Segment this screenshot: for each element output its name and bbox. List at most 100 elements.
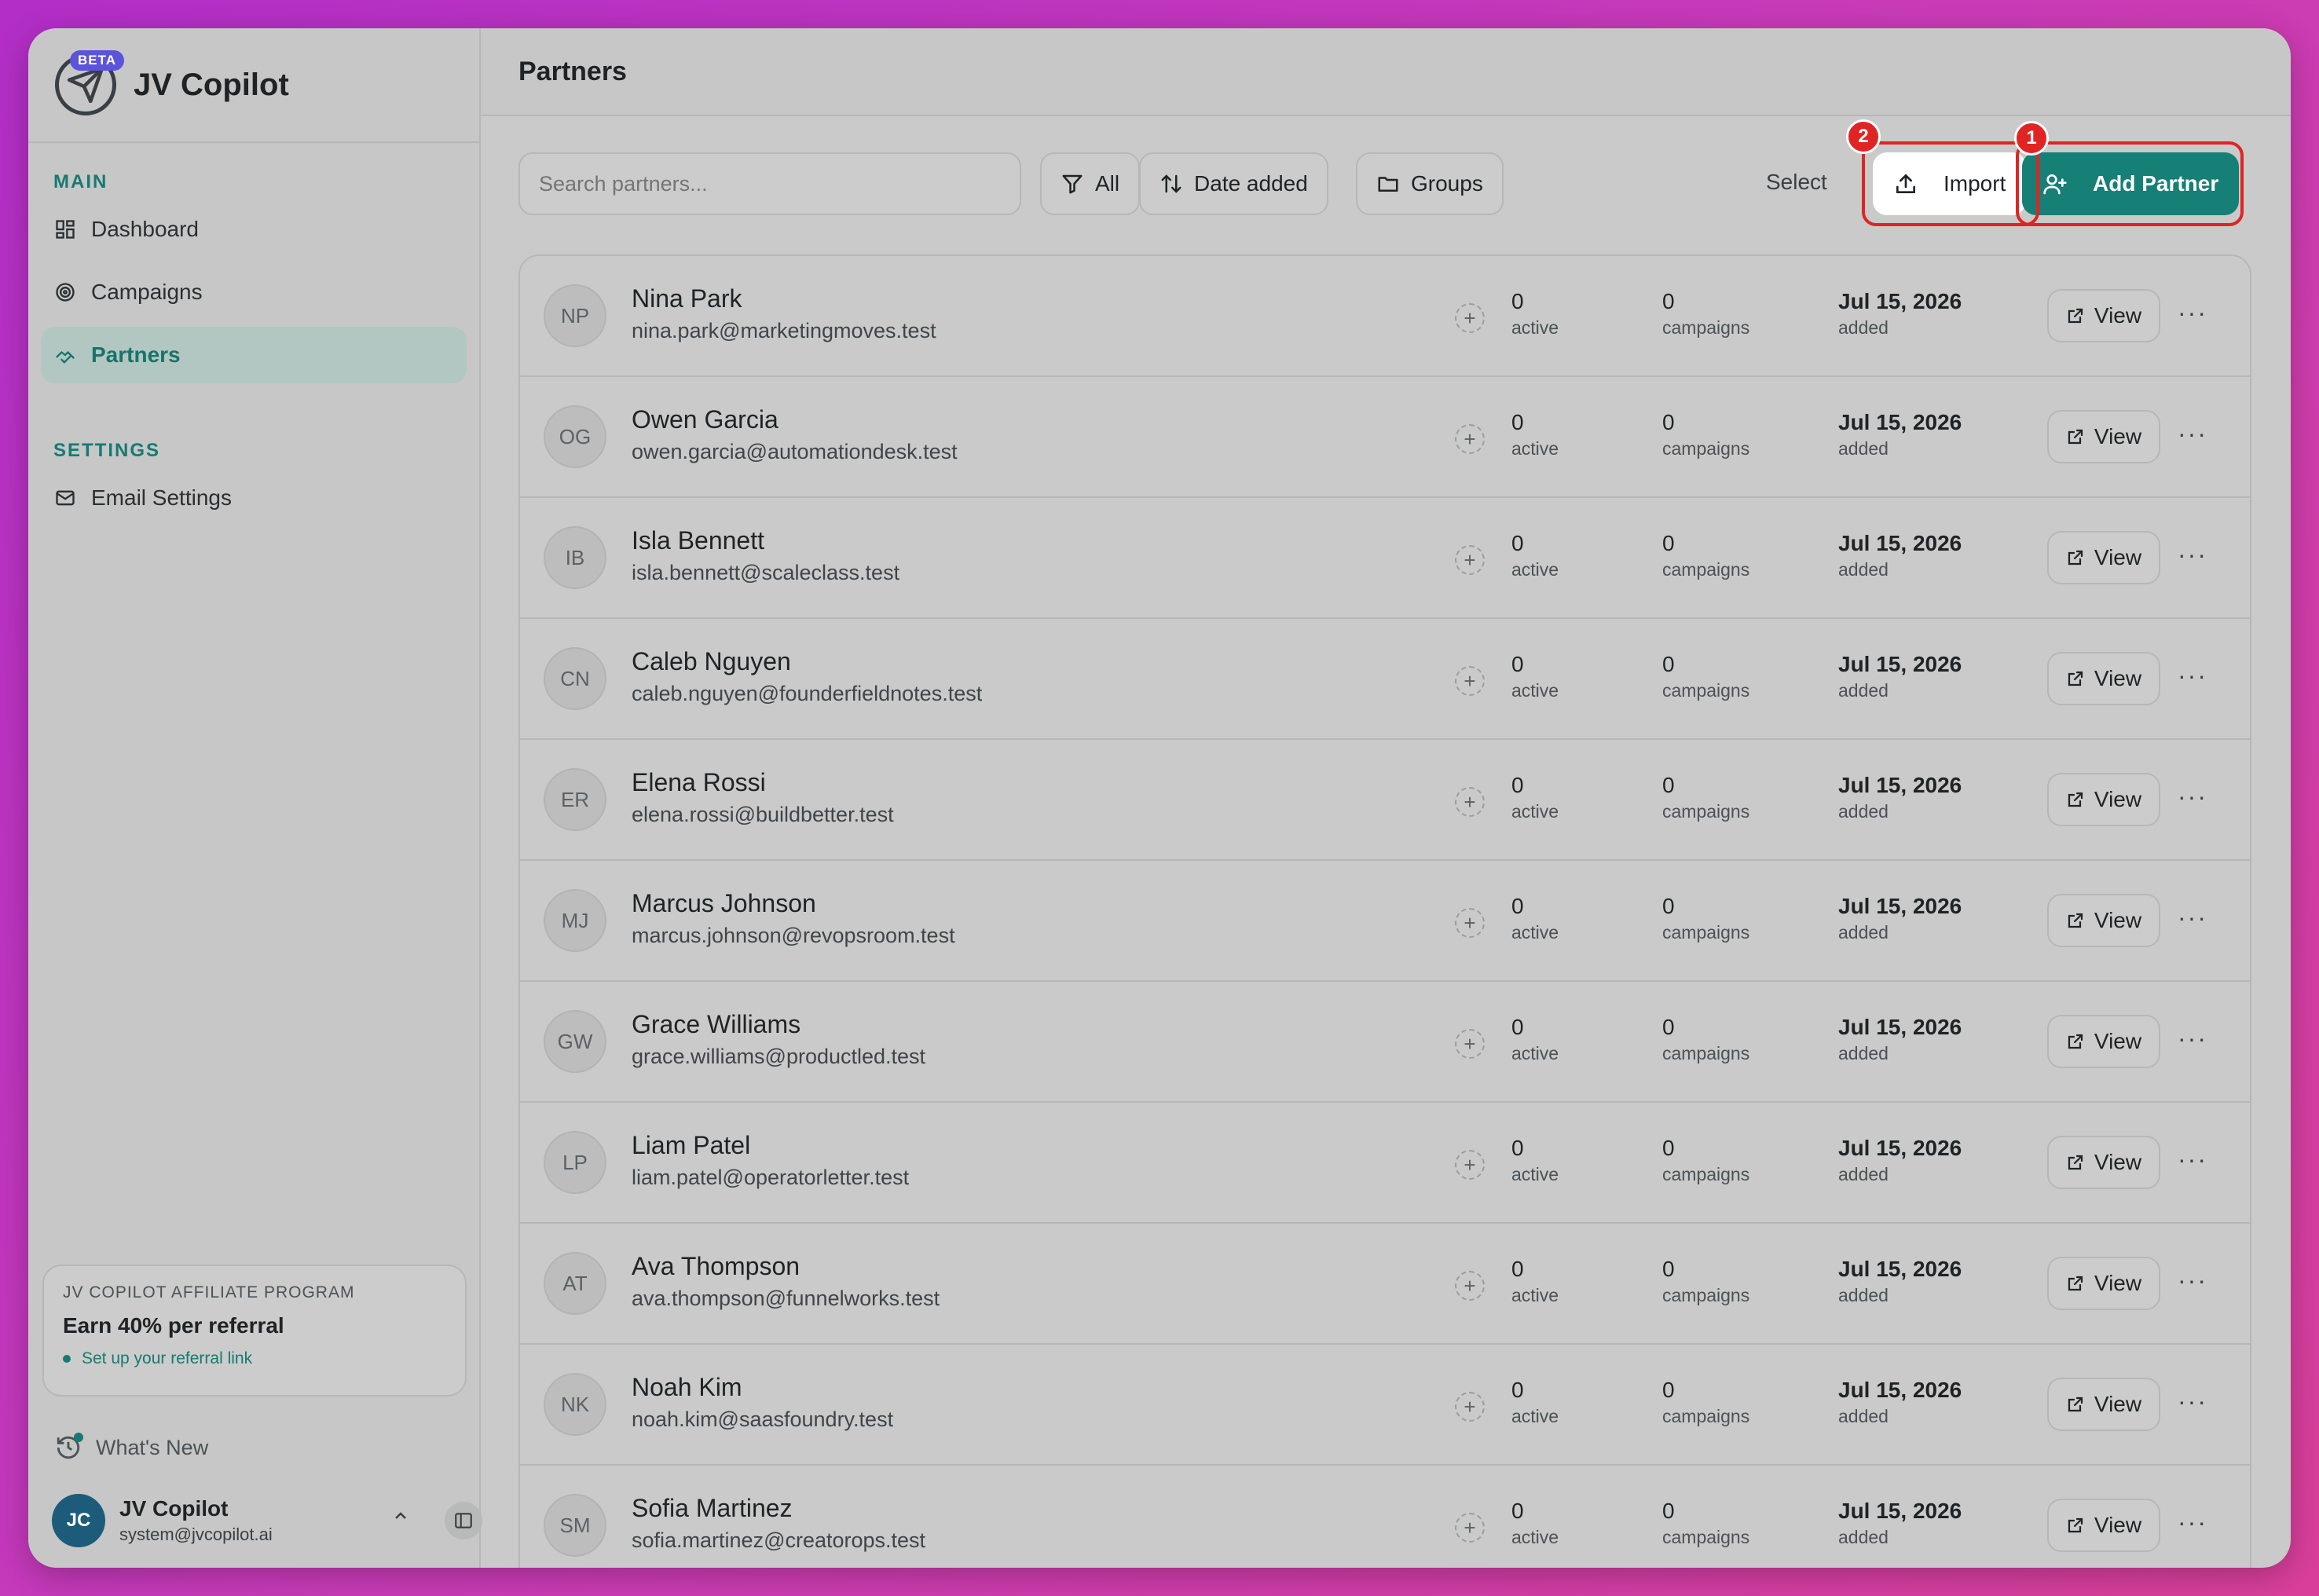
partner-row[interactable]: SM Sofia Martinez sofia.martinez@creator… (520, 1466, 2250, 1568)
groups-label: Groups (1411, 171, 1483, 196)
partner-row[interactable]: NK Noah Kim noah.kim@saasfoundry.test + … (520, 1345, 2250, 1466)
more-options-icon[interactable]: ··· (2178, 298, 2207, 328)
view-button[interactable]: View (2047, 773, 2160, 826)
sidebar-item-dashboard[interactable]: Dashboard (41, 201, 467, 258)
campaigns-stat: 0 campaigns (1662, 1015, 1749, 1064)
partner-row[interactable]: LP Liam Patel liam.patel@operatorletter.… (520, 1103, 2250, 1224)
sidebar-item-email-settings[interactable]: Email Settings (41, 470, 467, 526)
handshake-icon (53, 343, 77, 367)
partner-name[interactable]: Caleb Nguyen (632, 647, 791, 676)
view-button[interactable]: View (2047, 410, 2160, 463)
sidebar-item-campaigns[interactable]: Campaigns (41, 264, 467, 320)
partner-name[interactable]: Grace Williams (632, 1010, 800, 1039)
more-options-icon[interactable]: ··· (2178, 540, 2207, 569)
sidebar-item-partners[interactable]: Partners (41, 327, 467, 383)
active-count: 0 (1511, 1257, 1524, 1281)
more-options-icon[interactable]: ··· (2178, 782, 2207, 811)
partner-row[interactable]: AT Ava Thompson ava.thompson@funnelworks… (520, 1224, 2250, 1345)
partner-name[interactable]: Nina Park (632, 284, 742, 313)
referral-link[interactable]: Set up your referral link (63, 1349, 446, 1368)
partner-row[interactable]: CN Caleb Nguyen caleb.nguyen@founderfiel… (520, 619, 2250, 740)
date-stat: Jul 15, 2026 added (1838, 1257, 1962, 1306)
add-to-group-icon[interactable]: + (1455, 545, 1485, 575)
avatar: NP (544, 284, 606, 347)
view-button[interactable]: View (2047, 1257, 2160, 1310)
filter-button[interactable]: All (1040, 152, 1141, 215)
more-options-icon[interactable]: ··· (2178, 661, 2207, 690)
avatar: MJ (544, 889, 606, 952)
view-button[interactable]: View (2047, 1499, 2160, 1552)
active-label: active (1511, 680, 1559, 701)
partner-name[interactable]: Ava Thompson (632, 1252, 800, 1281)
active-label: active (1511, 317, 1559, 338)
add-to-group-icon[interactable]: + (1455, 1029, 1485, 1059)
partner-name[interactable]: Elena Rossi (632, 768, 766, 797)
view-button[interactable]: View (2047, 894, 2160, 947)
user-menu[interactable]: JC JV Copilot system@jvcopilot.ai (52, 1491, 482, 1550)
search-input[interactable] (518, 152, 1021, 215)
campaigns-stat: 0 campaigns (1662, 1499, 1749, 1548)
add-to-group-icon[interactable]: + (1455, 1150, 1485, 1180)
campaigns-count: 0 (1662, 1378, 1675, 1402)
added-label: added (1838, 1527, 1889, 1547)
active-label: active (1511, 559, 1559, 580)
select-button[interactable]: Select (1766, 170, 1827, 195)
add-to-group-icon[interactable]: + (1455, 908, 1485, 938)
more-options-icon[interactable]: ··· (2178, 419, 2207, 448)
add-to-group-icon[interactable]: + (1455, 1271, 1485, 1301)
more-options-icon[interactable]: ··· (2178, 1024, 2207, 1053)
partner-row[interactable]: ER Elena Rossi elena.rossi@buildbetter.t… (520, 740, 2250, 861)
more-options-icon[interactable]: ··· (2178, 1508, 2207, 1537)
view-button[interactable]: View (2047, 1015, 2160, 1068)
partner-row[interactable]: OG Owen Garcia owen.garcia@automationdes… (520, 377, 2250, 498)
partner-name[interactable]: Noah Kim (632, 1373, 742, 1402)
partner-name[interactable]: Isla Bennett (632, 526, 764, 555)
date-stat: Jul 15, 2026 added (1838, 894, 1962, 943)
mail-icon (53, 486, 77, 510)
view-label: View (2094, 545, 2142, 569)
brand[interactable]: BETA JV Copilot (28, 28, 479, 143)
date-added: Jul 15, 2026 (1838, 531, 1962, 555)
toolbar: All Date added Groups Select Import Add … (518, 119, 2291, 226)
partner-row[interactable]: NP Nina Park nina.park@marketingmoves.te… (520, 256, 2250, 377)
more-options-icon[interactable]: ··· (2178, 1266, 2207, 1295)
external-link-icon (2066, 669, 2085, 688)
partner-row[interactable]: GW Grace Williams grace.williams@product… (520, 982, 2250, 1103)
add-to-group-icon[interactable]: + (1455, 787, 1485, 817)
partner-email: ava.thompson@funnelworks.test (632, 1287, 940, 1310)
add-to-group-icon[interactable]: + (1455, 1392, 1485, 1422)
view-button[interactable]: View (2047, 289, 2160, 342)
view-button[interactable]: View (2047, 1136, 2160, 1189)
add-to-group-icon[interactable]: + (1455, 666, 1485, 696)
chevron-up-icon[interactable] (391, 1506, 410, 1531)
partner-name[interactable]: Marcus Johnson (632, 889, 816, 918)
more-options-icon[interactable]: ··· (2178, 903, 2207, 932)
active-count: 0 (1511, 894, 1524, 918)
partner-name[interactable]: Owen Garcia (632, 405, 778, 434)
view-button[interactable]: View (2047, 1378, 2160, 1431)
sort-button[interactable]: Date added (1139, 152, 1328, 215)
view-label: View (2094, 908, 2142, 932)
view-button[interactable]: View (2047, 531, 2160, 584)
add-to-group-icon[interactable]: + (1455, 424, 1485, 454)
active-count: 0 (1511, 1136, 1524, 1160)
campaigns-count: 0 (1662, 773, 1675, 797)
active-stat: 0 active (1511, 289, 1559, 339)
more-options-icon[interactable]: ··· (2178, 1387, 2207, 1416)
partner-name[interactable]: Sofia Martinez (632, 1494, 793, 1523)
add-to-group-icon[interactable]: + (1455, 303, 1485, 333)
partner-row[interactable]: MJ Marcus Johnson marcus.johnson@revopsr… (520, 861, 2250, 982)
whats-new-link[interactable]: What's New (55, 1433, 208, 1461)
view-button[interactable]: View (2047, 652, 2160, 705)
partner-email: owen.garcia@automationdesk.test (632, 440, 958, 463)
groups-button[interactable]: Groups (1356, 152, 1504, 215)
avatar: JC (52, 1494, 105, 1547)
partner-name[interactable]: Liam Patel (632, 1131, 750, 1160)
partner-row[interactable]: IB Isla Bennett isla.bennett@scaleclass.… (520, 498, 2250, 619)
more-options-icon[interactable]: ··· (2178, 1145, 2207, 1174)
date-added: Jul 15, 2026 (1838, 1378, 1962, 1402)
add-to-group-icon[interactable]: + (1455, 1513, 1485, 1543)
avatar: OG (544, 405, 606, 468)
external-link-icon (2066, 427, 2085, 446)
sidebar-toggle-icon[interactable] (445, 1502, 482, 1539)
